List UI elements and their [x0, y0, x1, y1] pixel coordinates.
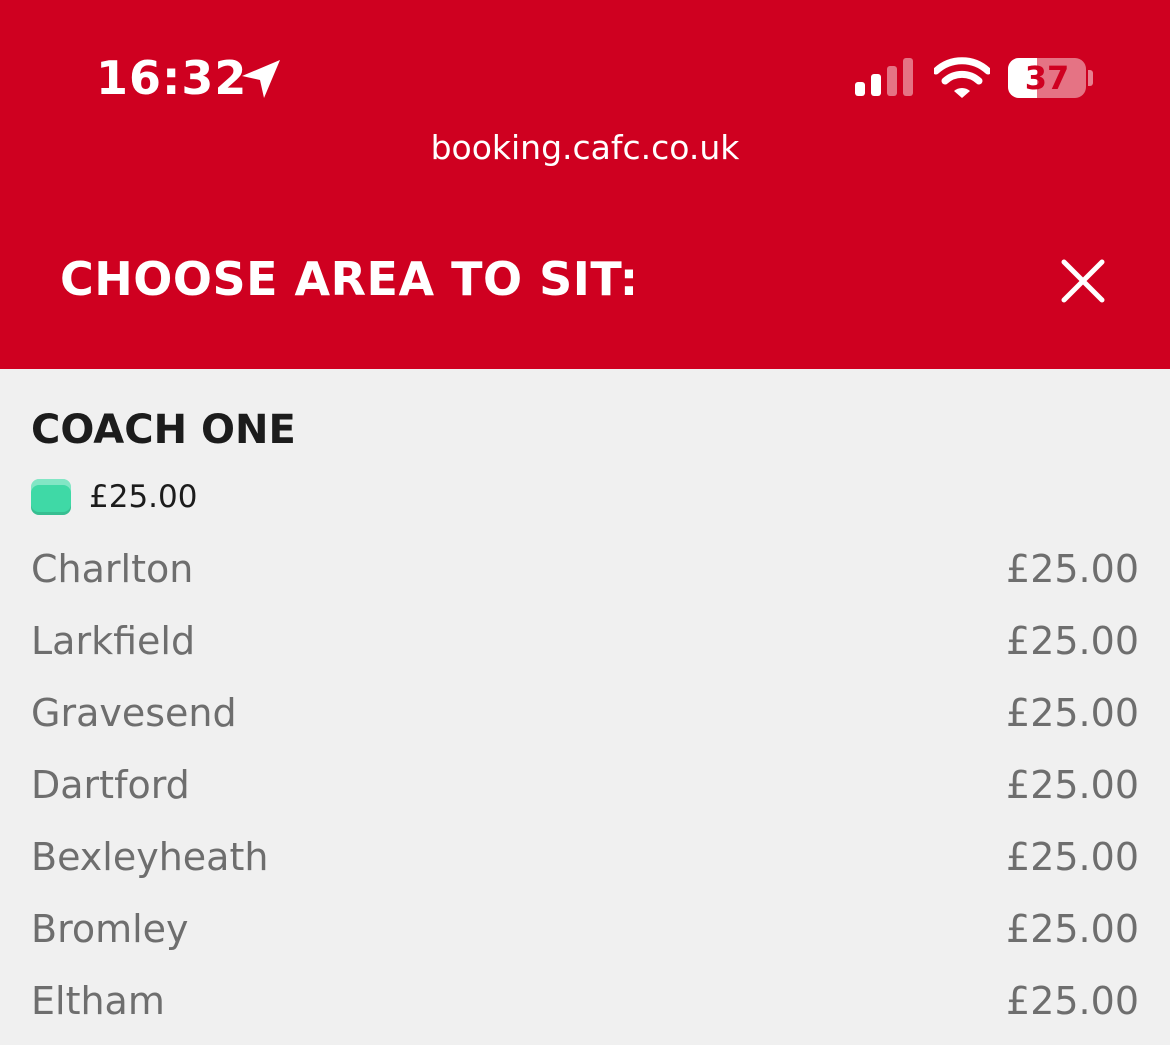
- stop-price: £25.00: [1006, 691, 1139, 735]
- stop-name: Bexleyheath: [31, 835, 269, 879]
- stop-row-charlton[interactable]: Charlton £25.00: [31, 533, 1139, 605]
- status-time: 16:32: [96, 51, 248, 105]
- stop-name: Bromley: [31, 907, 189, 951]
- stop-price: £25.00: [1006, 619, 1139, 663]
- stop-name: Dartford: [31, 763, 190, 807]
- stop-row-bexleyheath[interactable]: Bexleyheath £25.00: [31, 821, 1139, 893]
- location-arrow-icon: [242, 60, 280, 98]
- stop-price: £25.00: [1006, 907, 1139, 951]
- area-list-panel: COACH ONE £25.00 Charlton £25.00 Larkfie…: [0, 369, 1170, 1045]
- stop-name: Charlton: [31, 547, 194, 591]
- battery-icon: 37: [1008, 58, 1086, 98]
- stop-price: £25.00: [1006, 835, 1139, 879]
- stop-price: £25.00: [1006, 763, 1139, 807]
- stop-row-larkfield[interactable]: Larkfield £25.00: [31, 605, 1139, 677]
- stop-row-gravesend[interactable]: Gravesend £25.00: [31, 677, 1139, 749]
- coach-title: COACH ONE: [31, 407, 296, 453]
- stop-name: Gravesend: [31, 691, 237, 735]
- stop-row-eltham[interactable]: Eltham £25.00: [31, 965, 1139, 1037]
- page: 16:32 37 booking.cafc.co.uk CHOOSE AREA …: [0, 0, 1170, 1045]
- cellular-signal-icon: [855, 58, 913, 96]
- price-legend: £25.00: [31, 477, 197, 517]
- stop-row-dartford[interactable]: Dartford £25.00: [31, 749, 1139, 821]
- stop-row-bromley[interactable]: Bromley £25.00: [31, 893, 1139, 965]
- price-legend-label: £25.00: [89, 479, 198, 515]
- modal-header: 16:32 37 booking.cafc.co.uk CHOOSE AREA …: [0, 0, 1170, 369]
- price-legend-swatch: [31, 479, 71, 515]
- battery-tip: [1088, 70, 1093, 86]
- stop-price: £25.00: [1006, 547, 1139, 591]
- stop-name: Larkfield: [31, 619, 196, 663]
- browser-url-label: booking.cafc.co.uk: [430, 128, 740, 167]
- browser-url[interactable]: booking.cafc.co.uk: [0, 126, 1170, 170]
- close-icon[interactable]: [1056, 254, 1110, 308]
- stop-price: £25.00: [1006, 979, 1139, 1023]
- wifi-icon: [934, 57, 990, 98]
- battery-level: 37: [1024, 59, 1070, 97]
- modal-title: CHOOSE AREA TO SIT:: [60, 252, 639, 306]
- stop-name: Eltham: [31, 979, 165, 1023]
- stop-list: Charlton £25.00 Larkfield £25.00 Gravese…: [31, 533, 1139, 1037]
